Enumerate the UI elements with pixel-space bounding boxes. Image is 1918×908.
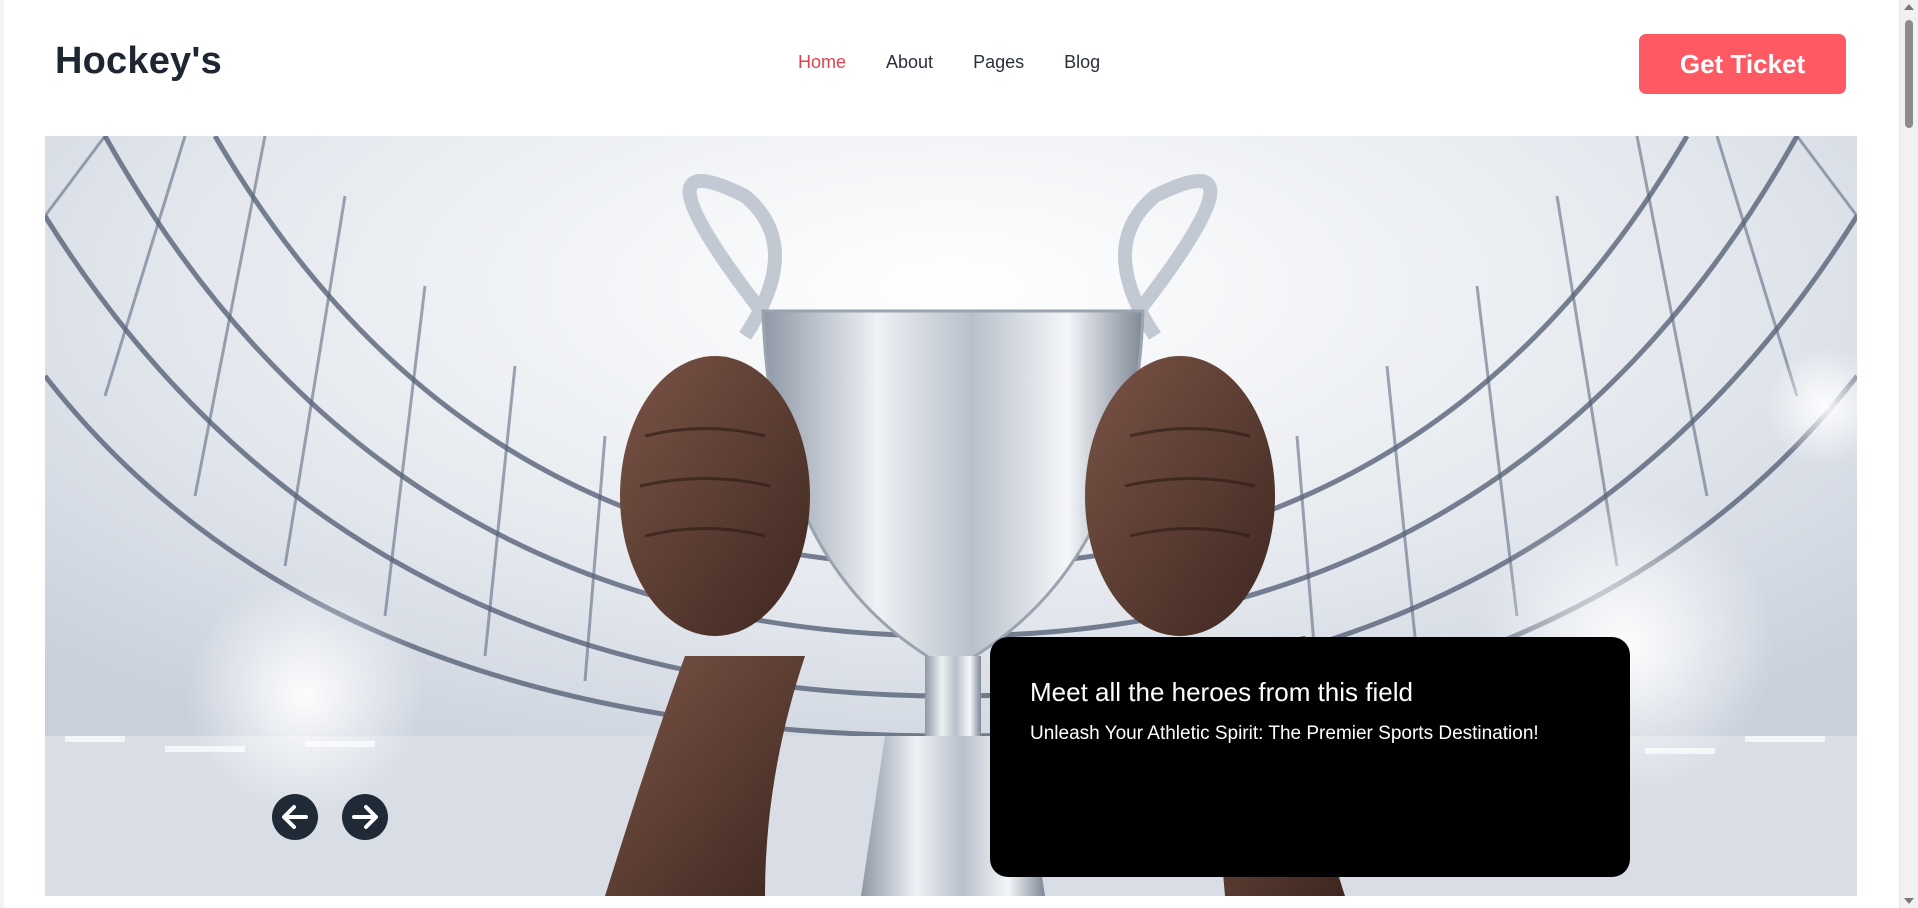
slider-next-button[interactable] <box>342 794 388 840</box>
window-edge <box>0 0 4 908</box>
nav-item-pages[interactable]: Pages <box>973 52 1024 73</box>
nav-item-about[interactable]: About <box>886 52 933 73</box>
hero-caption-card: Meet all the heroes from this field Unle… <box>990 637 1630 877</box>
scroll-down-icon[interactable] <box>1904 898 1914 904</box>
nav-item-blog[interactable]: Blog <box>1064 52 1100 73</box>
get-ticket-button[interactable]: Get Ticket <box>1639 34 1846 94</box>
arrow-left-icon <box>282 805 308 829</box>
site-header: Hockey's Home About Pages Blog Get Ticke… <box>0 0 1899 130</box>
slider-prev-button[interactable] <box>272 794 318 840</box>
scrollbar-thumb[interactable] <box>1905 20 1913 128</box>
hero-caption-title: Meet all the heroes from this field <box>1030 677 1413 707</box>
page: Hockey's Home About Pages Blog Get Ticke… <box>0 0 1918 908</box>
nav-item-home[interactable]: Home <box>798 52 846 73</box>
brand-logo[interactable]: Hockey's <box>55 40 222 83</box>
arrow-right-icon <box>352 805 378 829</box>
scroll-up-icon[interactable] <box>1904 4 1914 10</box>
hero-caption-subtitle: Unleash Your Athletic Spirit: The Premie… <box>1030 723 1539 745</box>
main-nav: Home About Pages Blog <box>798 52 1100 73</box>
page-scrollbar[interactable] <box>1899 0 1918 908</box>
